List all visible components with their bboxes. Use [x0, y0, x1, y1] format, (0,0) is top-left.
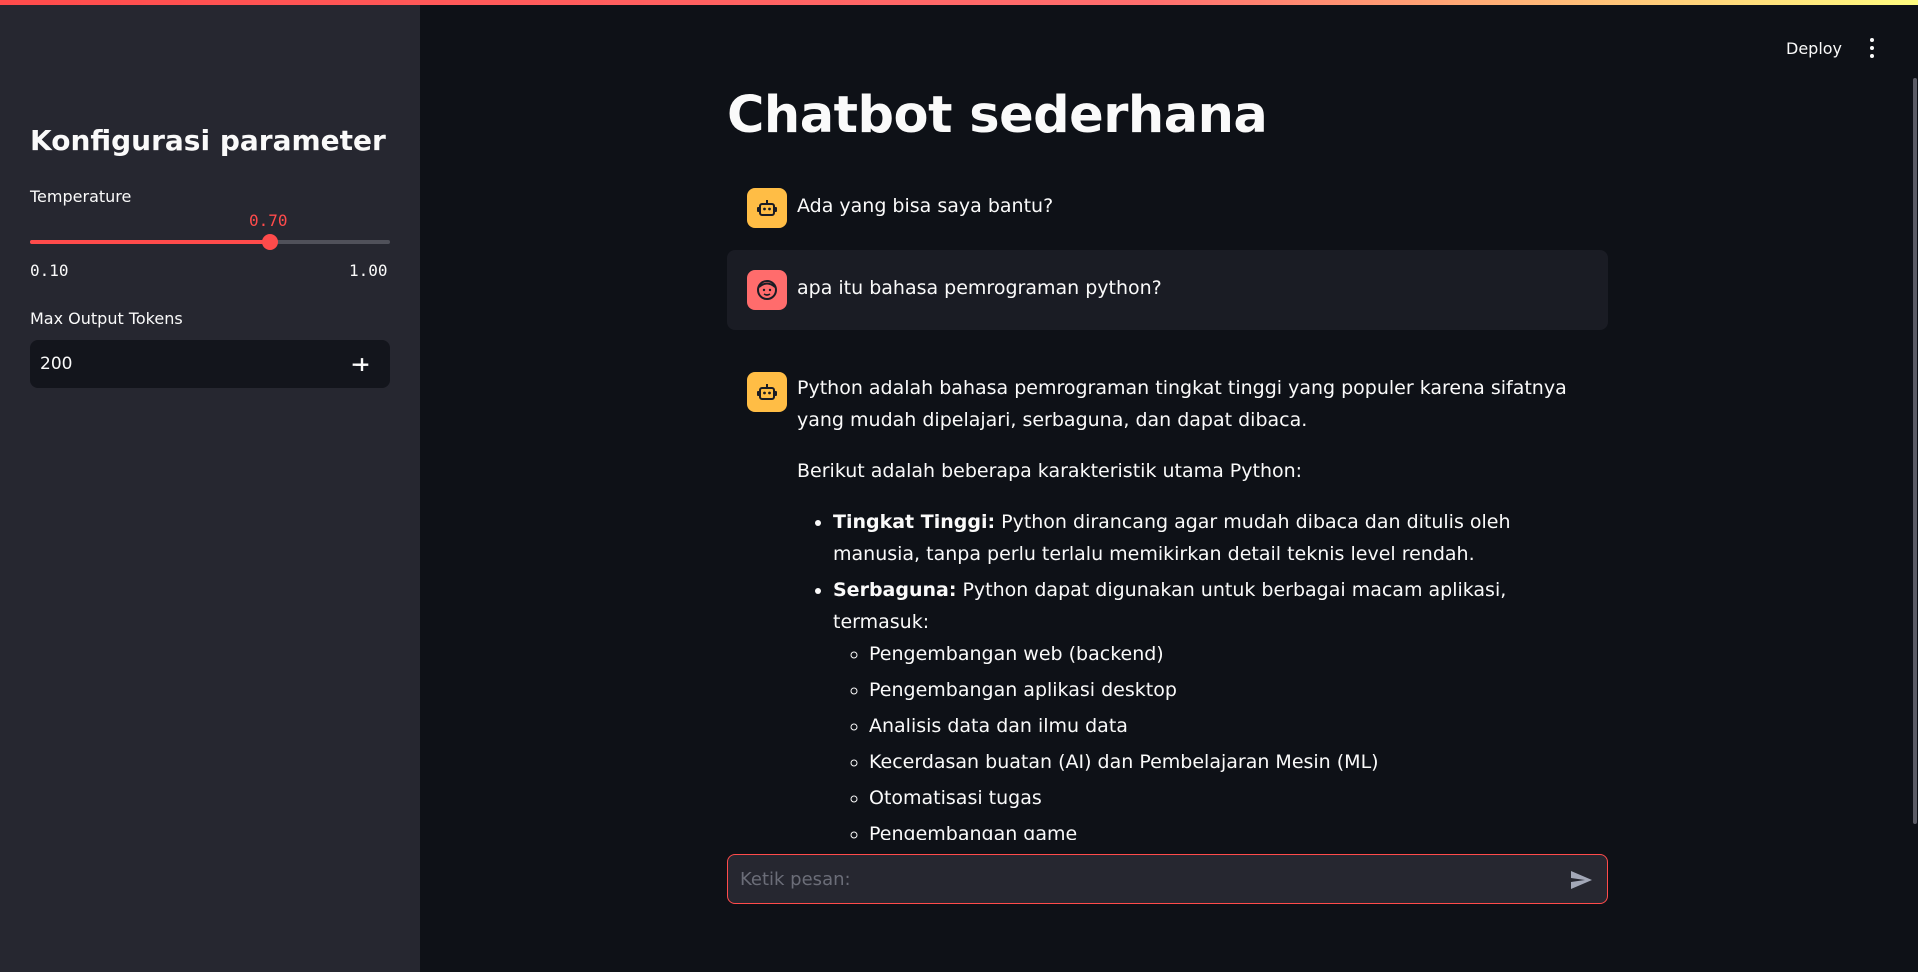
list-item: Tingkat Tinggi: Python dirancang agar mu…: [833, 506, 1592, 570]
robot-icon: [747, 188, 787, 228]
chat-message-assistant: Python adalah bahasa pemrograman tingkat…: [727, 354, 1608, 840]
chat-message-assistant: Ada yang bisa saya bantu?: [727, 170, 1608, 240]
message-text: apa itu bahasa pemrograman python?: [797, 277, 1162, 299]
chat-input[interactable]: [738, 855, 1538, 903]
user-face-icon: [747, 270, 787, 310]
send-icon[interactable]: [1567, 866, 1595, 894]
increment-button[interactable]: +: [342, 340, 382, 388]
robot-icon: [747, 372, 787, 412]
chat-input-box[interactable]: [727, 854, 1608, 904]
temperature-max: 1.00: [349, 261, 388, 280]
list-item: Pengembangan web (backend): [869, 638, 1592, 670]
list-item-term: Tingkat Tinggi:: [833, 511, 996, 533]
sidebar-title: Konfigurasi parameter: [30, 124, 386, 157]
applications-list: Pengembangan web (backend) Pengembangan …: [833, 638, 1592, 840]
top-decoration-bar: [0, 0, 1918, 5]
response-lead: Berikut adalah beberapa karakteristik ut…: [797, 460, 1303, 482]
max-output-tokens-value[interactable]: 200: [40, 354, 72, 374]
message-text: Python adalah bahasa pemrograman tingkat…: [797, 372, 1592, 840]
message-text: Ada yang bisa saya bantu?: [797, 195, 1054, 217]
temperature-label: Temperature: [30, 187, 132, 206]
temperature-slider-fill: [30, 240, 271, 244]
list-item: Pengembangan game: [869, 818, 1592, 840]
characteristics-list: Tingkat Tinggi: Python dirancang agar mu…: [797, 506, 1592, 840]
page-title: Chatbot sederhana: [727, 86, 1268, 145]
list-item: Kecerdasan buatan (AI) dan Pembelajaran …: [869, 746, 1592, 778]
list-item-term: Serbaguna:: [833, 579, 957, 601]
deploy-button[interactable]: Deploy: [1786, 39, 1842, 58]
main-scrollbar[interactable]: [1913, 78, 1917, 824]
more-vertical-icon[interactable]: [1864, 36, 1880, 60]
list-item: Pengembangan aplikasi desktop: [869, 674, 1592, 706]
temperature-min: 0.10: [30, 261, 69, 280]
max-output-tokens-input[interactable]: 200 − +: [30, 340, 390, 388]
response-intro: Python adalah bahasa pemrograman tingkat…: [797, 377, 1567, 431]
sidebar: Konfigurasi parameter Temperature 0.70 0…: [0, 0, 420, 972]
list-item: Serbaguna: Python dapat digunakan untuk …: [833, 574, 1592, 840]
list-item: Analisis data dan ilmu data: [869, 710, 1592, 742]
list-item: Otomatisasi tugas: [869, 782, 1592, 814]
chat-message-user: apa itu bahasa pemrograman python?: [727, 250, 1608, 330]
max-output-tokens-label: Max Output Tokens: [30, 309, 183, 328]
temperature-slider-thumb[interactable]: [262, 234, 279, 250]
temperature-slider[interactable]: [30, 234, 390, 250]
temperature-value: 0.70: [249, 211, 288, 230]
chat-history: Ada yang bisa saya bantu? apa itu bahasa…: [727, 170, 1608, 840]
